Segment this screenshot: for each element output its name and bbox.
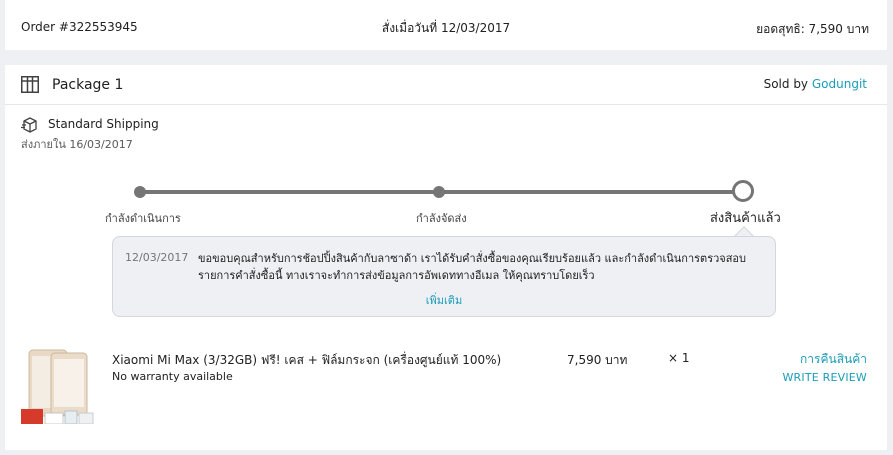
product-warranty: No warranty available — [112, 370, 233, 383]
status-message-line-1: ขอขอบคุณสำหรับการช้อปปิ้งสินค้ากับลาซาด้… — [198, 252, 747, 265]
order-placed-date: สั่งเมื่อวันที่ 12/03/2017 — [381, 21, 511, 35]
sold-by: Sold by Godungit — [764, 77, 867, 91]
return-item-link[interactable]: การคืนสินค้า — [800, 350, 867, 369]
order-summary-bar: Order #322553945 สั่งเมื่อวันที่ 12/03/2… — [5, 0, 887, 50]
step-label-shipping: กำลังจัดส่ง — [416, 212, 467, 225]
product-price: 7,590 บาท — [567, 353, 628, 367]
show-more-link[interactable]: เพิ่มเติม — [113, 291, 775, 309]
progress-step-delivered — [732, 180, 754, 202]
seller-link[interactable]: Godungit — [812, 77, 867, 91]
shipping-method: Standard Shipping — [48, 117, 159, 131]
package-card: Package 1 Sold by Godungit Standard Ship… — [5, 65, 887, 450]
status-date: 12/03/2017 — [125, 251, 189, 264]
package-title: Package 1 — [52, 77, 124, 93]
progress-step-processing — [134, 186, 146, 198]
status-update-box: 12/03/2017 ขอขอบคุณสำหรับการช้อปปิ้งสินค… — [112, 236, 776, 317]
write-review-link[interactable]: WRITE REVIEW — [782, 371, 867, 384]
shipping-eta: ส่งภายใน 16/03/2017 — [21, 138, 133, 151]
step-label-delivered: ส่งสินค้าแล้ว — [710, 211, 781, 226]
shipping-box-icon — [21, 117, 37, 133]
product-thumbnail[interactable] — [21, 347, 97, 424]
sold-by-label: Sold by — [763, 77, 809, 91]
package-icon — [21, 76, 39, 93]
product-quantity: × 1 — [668, 351, 690, 365]
product-name[interactable]: Xiaomi Mi Max (3/32GB) ฟรี! เคส + ฟิล์มก… — [112, 351, 501, 370]
step-label-processing: กำลังดำเนินการ — [105, 212, 181, 225]
package-header: Package 1 Sold by Godungit — [5, 65, 887, 105]
progress-step-shipping — [433, 186, 445, 198]
order-total: ยอดสุทธิ: 7,590 บาท — [756, 22, 869, 36]
status-message: ขอขอบคุณสำหรับการช้อปปิ้งสินค้ากับลาซาด้… — [198, 250, 758, 284]
status-message-line-2: รายการคำสั่งซื้อนี้ ทางเราจะทำการส่งข้อม… — [198, 269, 595, 282]
